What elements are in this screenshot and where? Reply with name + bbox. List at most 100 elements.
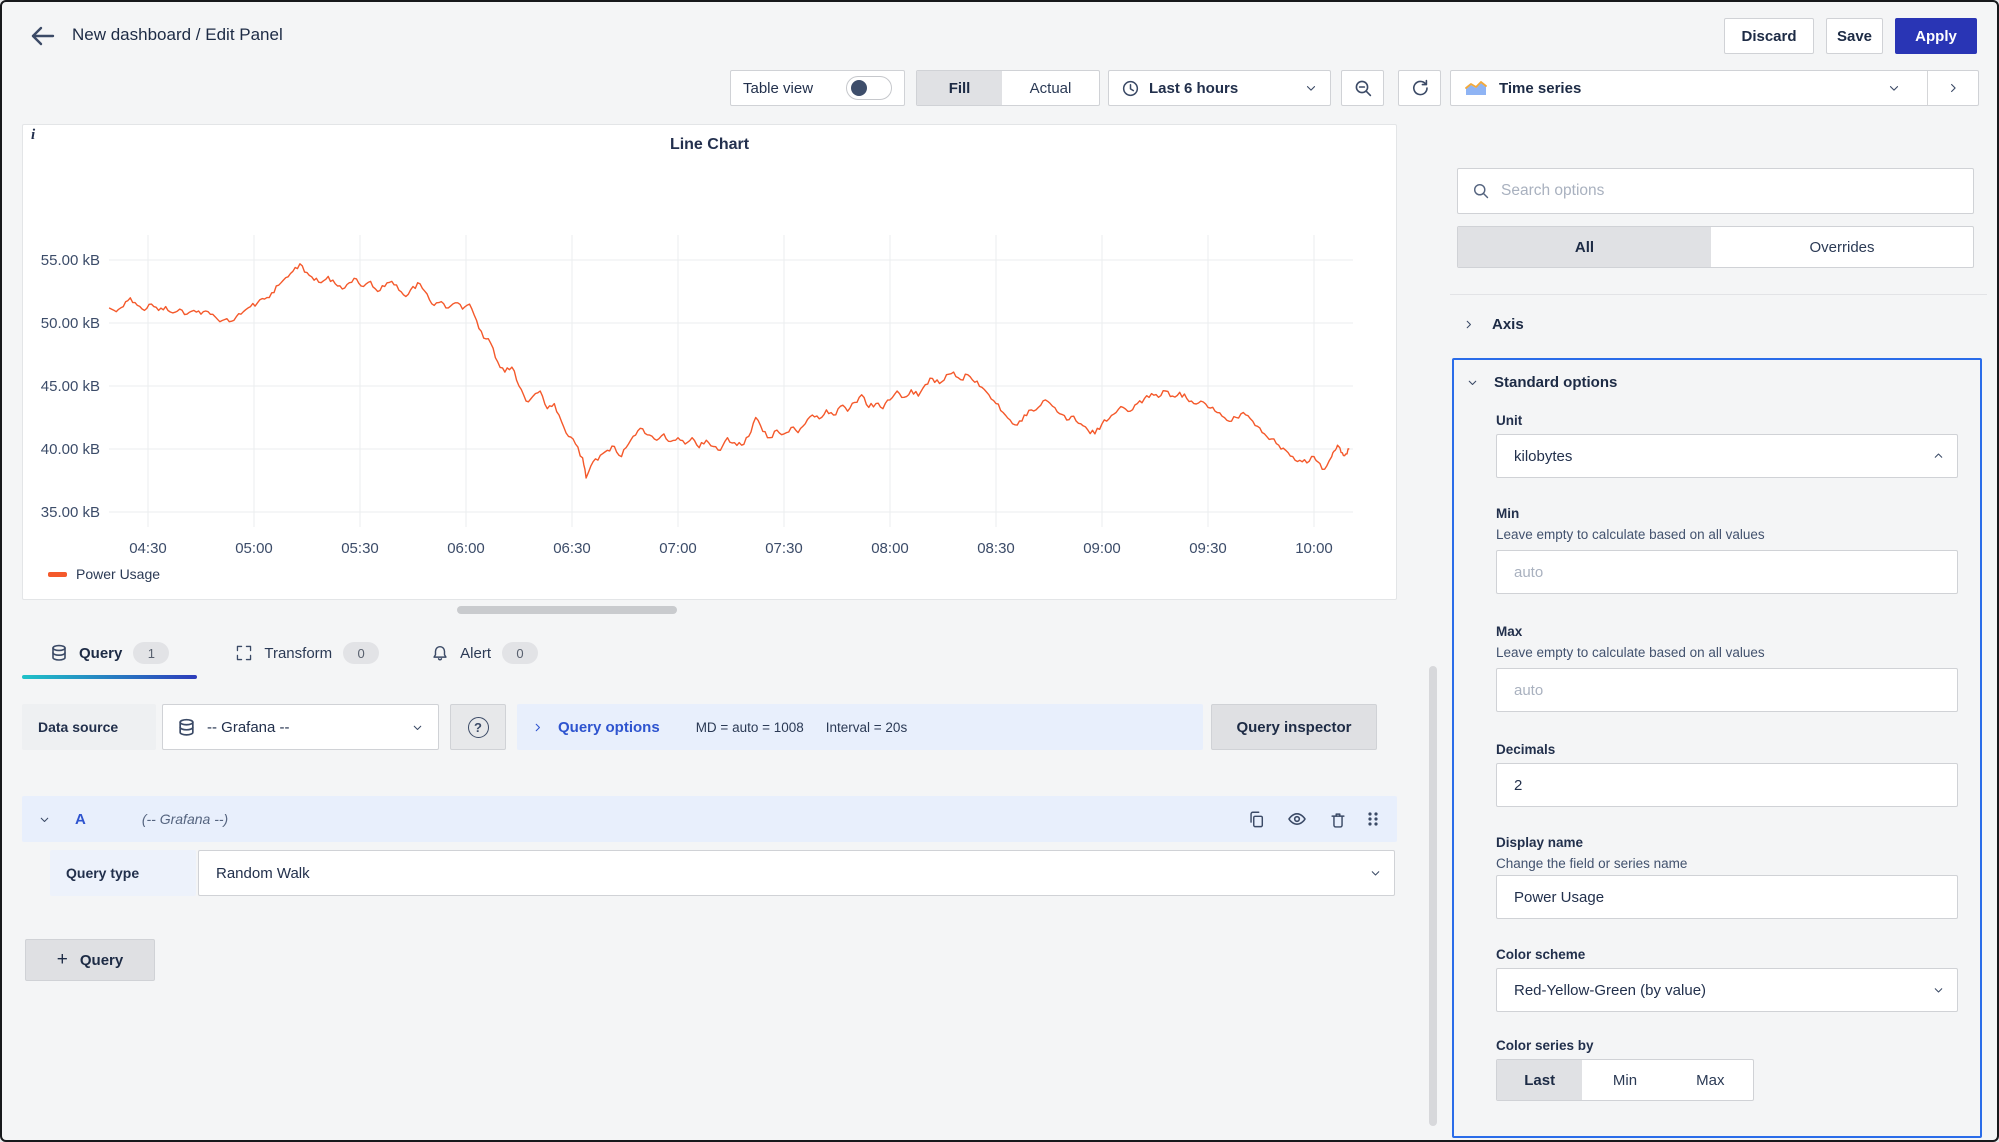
standard-options-label: Standard options — [1494, 374, 1617, 391]
delete-query-trash-icon[interactable] — [1329, 810, 1347, 828]
query-options-toggle[interactable]: Query options — [531, 719, 660, 736]
min-label: Min — [1496, 506, 1958, 521]
axis-section-header[interactable]: Axis — [1462, 304, 1972, 344]
display-name-input[interactable] — [1496, 875, 1958, 919]
discard-button[interactable]: Discard — [1724, 18, 1814, 54]
data-source-picker[interactable]: -- Grafana -- — [162, 704, 439, 750]
chart-legend[interactable]: Power Usage — [48, 566, 160, 582]
apply-button[interactable]: Apply — [1895, 18, 1977, 54]
legend-swatch — [48, 572, 67, 577]
options-filter-tabs: All Overrides — [1457, 226, 1974, 268]
svg-text:10:00: 10:00 — [1295, 540, 1333, 557]
chevron-down-icon — [411, 721, 424, 734]
svg-text:40.00 kB: 40.00 kB — [41, 441, 100, 458]
query-type-select[interactable]: Random Walk — [198, 850, 1395, 896]
plus-icon: + — [57, 949, 68, 971]
data-source-value: -- Grafana -- — [207, 719, 400, 736]
svg-text:05:00: 05:00 — [235, 540, 273, 557]
clock-icon — [1121, 79, 1140, 98]
standard-options-header[interactable]: Standard options — [1454, 360, 1980, 391]
zoom-out-button[interactable] — [1341, 70, 1384, 106]
hide-query-eye-icon[interactable] — [1287, 809, 1307, 829]
svg-text:06:00: 06:00 — [447, 540, 485, 557]
tab-query-label: Query — [79, 645, 122, 662]
color-scheme-value: Red-Yellow-Green (by value) — [1514, 982, 1706, 999]
chevron-right-icon — [1462, 318, 1475, 331]
add-query-label: Query — [80, 952, 123, 969]
viz-type-picker[interactable]: Time series — [1450, 70, 1979, 106]
svg-text:09:00: 09:00 — [1083, 540, 1121, 557]
tab-alert-label: Alert — [460, 645, 491, 662]
query-row-header[interactable]: A (-- Grafana --) — [22, 796, 1397, 842]
svg-text:45.00 kB: 45.00 kB — [41, 378, 100, 395]
chevron-up-icon — [1932, 450, 1945, 463]
color-series-by-segment: Last Min Max — [1496, 1059, 1754, 1101]
min-input[interactable] — [1496, 550, 1958, 594]
collapse-options-pane-icon[interactable] — [1928, 81, 1978, 95]
refresh-button[interactable] — [1398, 70, 1441, 106]
search-options-box — [1457, 168, 1974, 214]
data-source-help-button[interactable]: ? — [450, 704, 506, 750]
scrollbar[interactable] — [1429, 666, 1437, 1126]
color-scheme-select[interactable]: Red-Yellow-Green (by value) — [1496, 968, 1958, 1012]
unit-select[interactable]: kilobytes — [1496, 434, 1958, 478]
tab-query-count: 1 — [133, 642, 169, 664]
query-inspector-button[interactable]: Query inspector — [1211, 704, 1377, 750]
viz-type-label: Time series — [1499, 80, 1887, 97]
table-view-control: Table view — [730, 70, 905, 106]
svg-text:09:30: 09:30 — [1189, 540, 1227, 557]
svg-text:05:30: 05:30 — [341, 540, 379, 557]
svg-text:07:00: 07:00 — [659, 540, 697, 557]
display-name-help: Change the field or series name — [1496, 856, 1958, 871]
tab-overrides[interactable]: Overrides — [1711, 227, 1973, 267]
tab-transform-count: 0 — [343, 642, 379, 664]
drag-handle-dots-icon[interactable] — [1365, 810, 1381, 828]
refresh-icon — [1410, 78, 1430, 98]
search-icon — [1472, 182, 1490, 200]
search-options-input[interactable] — [1501, 171, 1959, 211]
time-range-label: Last 6 hours — [1149, 80, 1295, 97]
unit-label: Unit — [1496, 413, 1958, 428]
standard-options-section: Standard options Unit kilobytes Min Leav… — [1452, 358, 1982, 1138]
chevron-down-icon — [1369, 867, 1382, 880]
bell-icon — [431, 644, 449, 662]
divider — [1450, 294, 1987, 295]
tab-alert[interactable]: Alert 0 — [431, 642, 538, 664]
table-view-toggle[interactable] — [846, 76, 892, 100]
actual-button[interactable]: Actual — [1002, 71, 1099, 105]
back-arrow-icon[interactable] — [28, 22, 58, 50]
transform-icon — [235, 644, 253, 662]
timeseries-chart[interactable]: 55.00 kB50.00 kB45.00 kB40.00 kB35.00 kB… — [23, 125, 1398, 601]
duplicate-query-icon[interactable] — [1247, 810, 1265, 828]
question-mark-icon: ? — [468, 717, 489, 738]
max-help: Leave empty to calculate based on all va… — [1496, 645, 1958, 660]
svg-text:55.00 kB: 55.00 kB — [41, 252, 100, 269]
magnifier-minus-icon — [1353, 78, 1373, 98]
save-button[interactable]: Save — [1826, 18, 1883, 54]
color-series-min[interactable]: Min — [1582, 1060, 1667, 1100]
unit-value: kilobytes — [1514, 448, 1572, 465]
max-input[interactable] — [1496, 668, 1958, 712]
color-series-by-label: Color series by — [1496, 1038, 1958, 1053]
table-view-label: Table view — [743, 80, 813, 97]
page-title: New dashboard / Edit Panel — [72, 25, 283, 45]
axis-section-label: Axis — [1492, 316, 1524, 333]
svg-text:07:30: 07:30 — [765, 540, 803, 557]
editor-tabs: Query 1 Transform 0 Alert 0 — [50, 642, 538, 664]
color-series-max[interactable]: Max — [1668, 1060, 1753, 1100]
decimals-label: Decimals — [1496, 742, 1958, 757]
fill-actual-segment: Fill Actual — [916, 70, 1100, 106]
fill-button[interactable]: Fill — [917, 71, 1002, 105]
time-range-picker[interactable]: Last 6 hours — [1108, 70, 1331, 106]
tab-transform[interactable]: Transform 0 — [235, 642, 379, 664]
decimals-input[interactable] — [1496, 763, 1958, 807]
pane-resize-handle[interactable] — [457, 606, 677, 614]
tab-all[interactable]: All — [1458, 227, 1711, 267]
add-query-button[interactable]: + Query — [25, 939, 155, 981]
color-series-last[interactable]: Last — [1497, 1060, 1582, 1100]
active-tab-underline — [22, 675, 197, 679]
chevron-down-icon — [1887, 81, 1901, 95]
tab-query[interactable]: Query 1 — [50, 642, 169, 664]
query-options-md: MD = auto = 1008 — [696, 720, 804, 735]
display-name-label: Display name — [1496, 835, 1958, 850]
